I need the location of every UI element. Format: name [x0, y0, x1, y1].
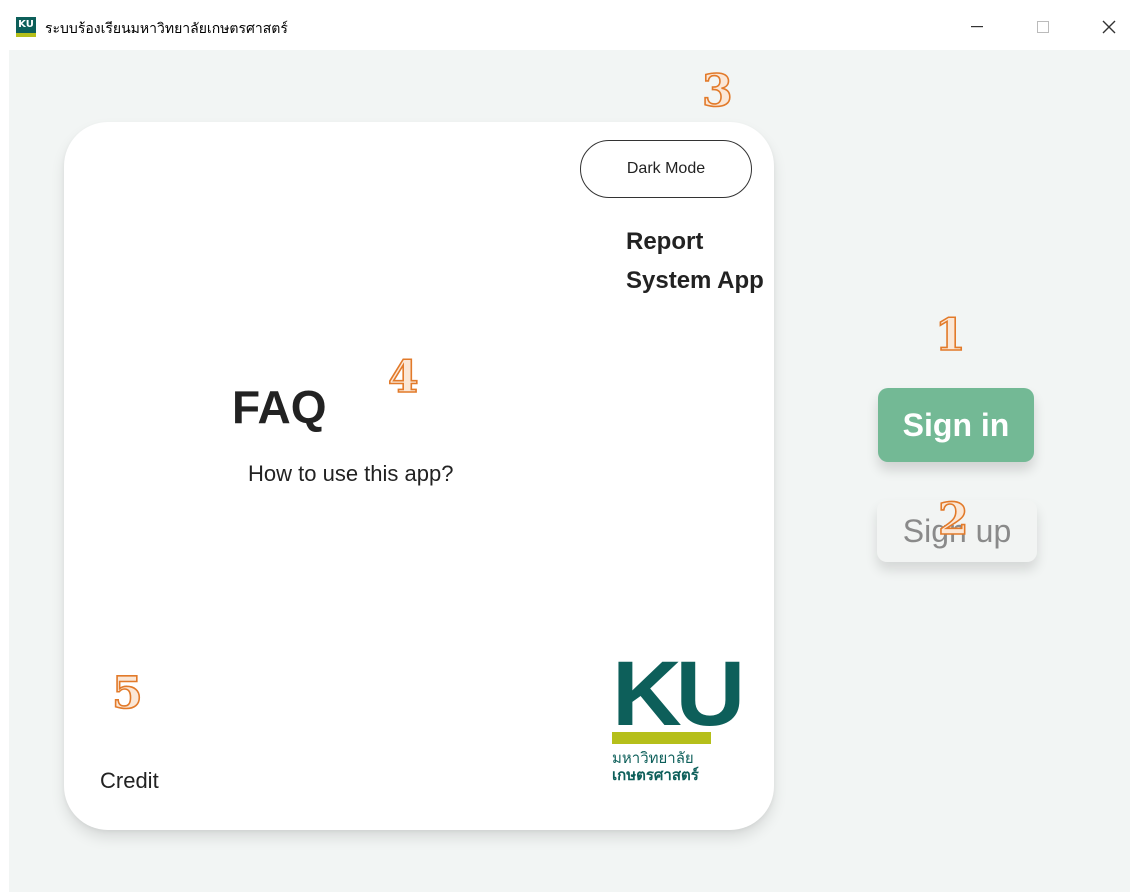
annotation-1: 1: [934, 310, 966, 361]
dark-mode-button[interactable]: Dark Mode: [580, 140, 752, 198]
minimize-button[interactable]: [954, 10, 1000, 44]
report-system-app-link[interactable]: Report System App: [626, 222, 766, 300]
ku-logo-thai-line-2: เกษตรศาสตร์: [612, 766, 699, 784]
annotation-5: 5: [111, 668, 143, 719]
app-window: KU ระบบร้องเรียนมหาวิทยาลัยเกษตรศาสตร์ D…: [0, 0, 1130, 892]
annotation-3: 3: [701, 66, 733, 117]
maximize-icon: [1037, 21, 1049, 33]
faq-how-to-link[interactable]: How to use this app?: [248, 461, 453, 487]
ku-logo-bar: [612, 732, 711, 744]
faq-title: FAQ: [232, 381, 327, 433]
info-card: Dark Mode Report System App FAQ How to u…: [64, 122, 774, 830]
annotation-4: 4: [387, 352, 419, 403]
maximize-button[interactable]: [1020, 10, 1066, 44]
close-button[interactable]: [1086, 10, 1130, 44]
credit-link[interactable]: Credit: [100, 768, 159, 794]
title-bar[interactable]: KU ระบบร้องเรียนมหาวิทยาลัยเกษตรศาสตร์: [0, 0, 1130, 50]
ku-logo-thai-line-1: มหาวิทยาลัย: [612, 749, 694, 767]
ku-logo: KU มหาวิทยาลัย เกษตรศาสตร์: [612, 648, 745, 788]
ku-app-icon: KU: [16, 17, 36, 37]
client-area: Dark Mode Report System App FAQ How to u…: [9, 50, 1130, 892]
close-icon: [1102, 20, 1116, 34]
window-title: ระบบร้องเรียนมหาวิทยาลัยเกษตรศาสตร์: [45, 21, 288, 37]
annotation-2: 2: [937, 494, 969, 545]
ku-logo-letters: KU: [612, 643, 745, 745]
minimize-icon: [971, 26, 983, 28]
sign-in-button[interactable]: Sign in: [878, 388, 1034, 462]
